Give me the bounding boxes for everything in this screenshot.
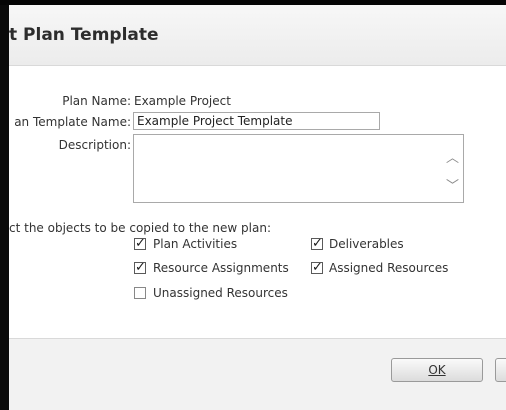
plan-name-label: Plan Name: <box>62 94 131 108</box>
plan-activities-label[interactable]: Plan Activities <box>153 237 237 251</box>
window-left-border <box>0 5 9 410</box>
objects-prompt: ct the objects to be copied to the new p… <box>9 221 271 235</box>
cancel-button-partial[interactable] <box>495 358 506 382</box>
dialog-body: Plan Name: Example Project an Template N… <box>9 66 506 338</box>
unassigned-resources-checkbox[interactable] <box>134 287 146 299</box>
template-name-label: an Template Name: <box>14 115 131 129</box>
assigned-resources-label[interactable]: Assigned Resources <box>329 261 448 275</box>
plan-activities-checkbox[interactable]: ✓ <box>134 237 146 250</box>
dialog-footer: OK <box>9 339 506 410</box>
template-name-input[interactable]: Example Project Template <box>133 112 380 130</box>
dialog-header: t Plan Template <box>9 5 506 66</box>
assigned-resources-checkbox[interactable]: ✓ <box>311 261 323 274</box>
resource-assignments-label[interactable]: Resource Assignments <box>153 261 289 275</box>
plan-name-value: Example Project <box>134 94 231 108</box>
description-label: Description: <box>58 138 131 152</box>
scroll-up-icon[interactable]: ︿ <box>446 147 459 166</box>
ok-button[interactable]: OK <box>391 358 483 382</box>
scroll-down-icon[interactable]: ﹀ <box>446 175 459 194</box>
deliverables-checkbox[interactable]: ✓ <box>311 237 323 250</box>
description-textarea[interactable]: ︿ ﹀ <box>133 134 464 203</box>
unassigned-resources-label[interactable]: Unassigned Resources <box>153 286 288 300</box>
resource-assignments-checkbox[interactable]: ✓ <box>134 261 146 274</box>
deliverables-label[interactable]: Deliverables <box>329 237 404 251</box>
dialog-title: t Plan Template <box>9 25 159 45</box>
